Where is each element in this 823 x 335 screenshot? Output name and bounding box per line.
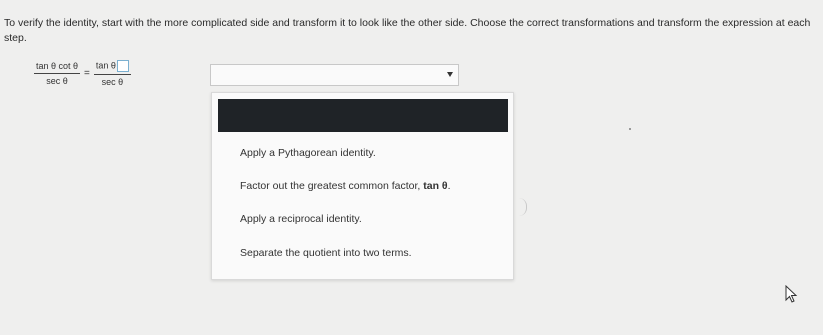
answer-input-box[interactable]: [116, 60, 129, 72]
right-numerator: tan θ: [93, 60, 131, 75]
left-fraction: tan θ cot θ sec θ: [34, 61, 81, 86]
option-reciprocal-identity[interactable]: Apply a reciprocal identity.: [240, 213, 362, 225]
option-label: Apply a Pythagorean identity.: [240, 147, 376, 159]
left-numerator: tan θ cot θ: [34, 61, 81, 74]
background-dot: [629, 128, 631, 130]
right-fraction: tan θ sec θ: [93, 60, 131, 87]
mouse-pointer-icon-svg: [785, 284, 798, 303]
option-label: Factor out the greatest common factor,: [240, 180, 424, 192]
option-label-end: .: [447, 180, 451, 192]
option-factor-gcf[interactable]: Factor out the greatest common factor, t…: [240, 180, 451, 192]
option-bold-term: tan θ: [423, 180, 448, 192]
equals-sign: =: [84, 68, 90, 79]
background-mark: [518, 198, 527, 216]
right-numerator-text: tan θ: [95, 60, 116, 71]
right-denominator: sec θ: [101, 77, 124, 87]
option-pythagorean-identity[interactable]: Apply a Pythagorean identity.: [240, 147, 376, 159]
option-separate-quotient[interactable]: Separate the quotient into two terms.: [240, 247, 412, 259]
instructions-text: To verify the identity, start with the m…: [4, 17, 811, 44]
option-label: Separate the quotient into two terms.: [240, 247, 412, 259]
dropdown-arrow-icon[interactable]: [447, 72, 453, 77]
identity-equation: tan θ cot θ sec θ = tan θ sec θ: [34, 60, 131, 87]
mouse-pointer-icon: [785, 284, 799, 310]
transformation-select[interactable]: [210, 64, 459, 86]
highlighted-option[interactable]: [218, 99, 508, 132]
left-denominator: sec θ: [46, 76, 68, 86]
transformation-dropdown-menu: Apply a Pythagorean identity. Factor out…: [211, 92, 514, 280]
option-label: Apply a reciprocal identity.: [240, 213, 362, 225]
